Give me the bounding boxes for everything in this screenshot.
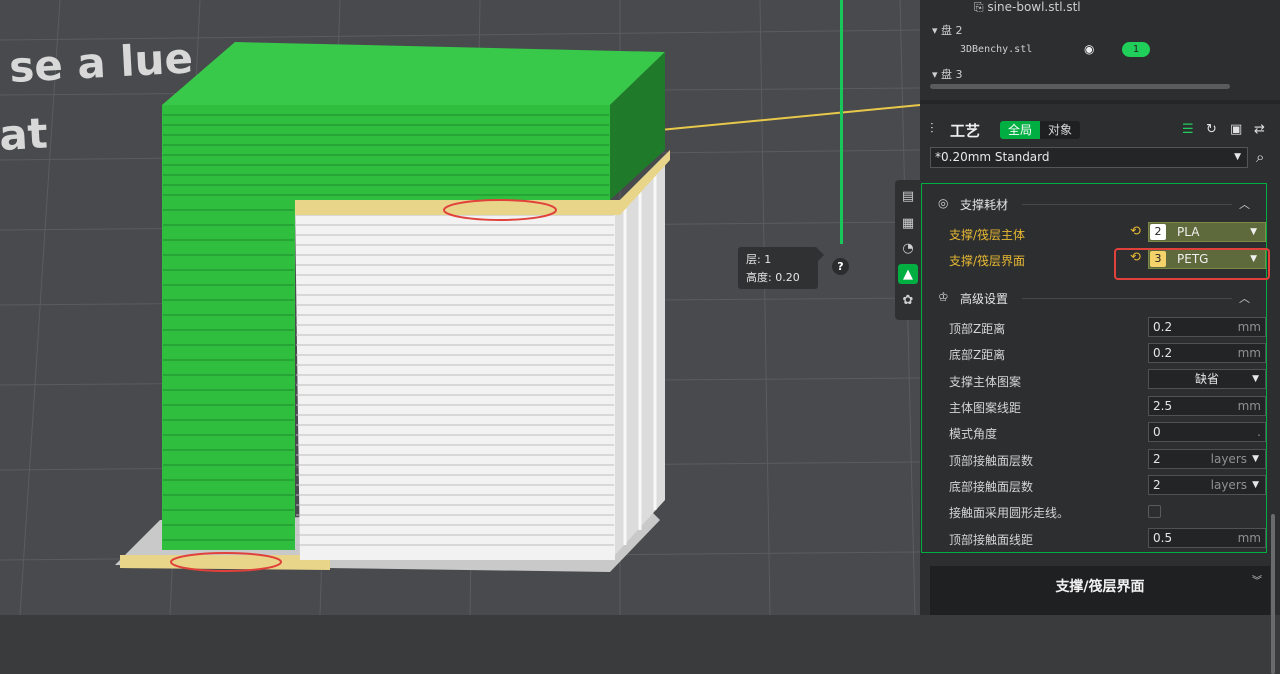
print-preview-canvas: se a lue at [0,0,920,615]
right-panel: ⎘ sine-bowl.stl.stl ▾ 盘 2 3DBenchy.stl ◉… [920,0,1280,674]
file-icon: ⎘ [974,0,988,14]
support-interface-label: 支撑/筏层界面 [949,254,1026,268]
setting-label: 顶部接触面层数 [949,454,1034,468]
setting-label: 主体图案线距 [949,401,1022,415]
scope-switch: 全局 对象 [1000,121,1081,139]
setting-label: 顶部Z距离 [949,322,1006,336]
help-card-title: 支撑/筏层界面 [1055,579,1145,595]
object-list: ⎘ sine-bowl.stl.stl ▾ 盘 2 3DBenchy.stl ◉… [920,0,1280,95]
list-view-icon[interactable]: ☰ [1182,122,1194,137]
pattern-angle-input[interactable]: 0 . [1148,422,1266,442]
chevron-down-icon: ▼ [1252,374,1259,384]
process-header: ⫶ 工艺 全局 对象 ☰ ↻ ▣ ⇄ [920,118,1280,144]
bed-text-line2: at [0,109,49,160]
share-icon[interactable]: ⇄ [1254,122,1265,137]
object-badge[interactable]: 1 [1122,42,1150,57]
collapse-icon[interactable]: ︿ [1239,196,1250,212]
setting-label: 接触面采用圆形走线。 [949,506,1070,520]
pattern-icon[interactable]: ✿ [898,290,918,310]
support-body-label: 支撑/筏层主体 [949,228,1026,242]
chevron-down-icon: ▼ [1250,227,1257,237]
tab-global[interactable]: 全局 [1000,121,1041,139]
list-item[interactable]: 3DBenchy.stl [960,44,1032,55]
chevron-down-icon: ▼ [1234,152,1241,162]
divider [920,100,1280,104]
layer-slider-line[interactable] [840,0,843,244]
pattern-spacing-input[interactable]: 2.5 mm [1148,396,1266,416]
setting-label: 底部Z距离 [949,348,1006,362]
section-title-advanced: 高级设置 [960,292,1009,306]
bottom-z-distance-input[interactable]: 0.2 mm [1148,343,1266,363]
search-icon[interactable]: ⌕ [1256,148,1264,166]
layer-height: 高度: 0.20 [746,271,800,284]
chevron-down-icon: ▾ [932,24,942,37]
chevron-down-icon: ▾ [932,68,942,81]
support-icon[interactable]: ▲ [898,264,918,284]
divider [1022,298,1232,299]
section-title-support-filament: 支撑耗材 [960,198,1009,212]
sliders-icon: ⫶ [930,121,934,137]
setting-label: 顶部接触面线距 [949,533,1034,547]
support-body [295,205,615,560]
filament-spool-icon: ◎ [938,196,949,210]
grid-icon[interactable]: ▦ [898,213,918,233]
highlight-box [1114,248,1270,280]
3d-viewport[interactable]: se a lue at 层: 1 高度: 0.20 ? ▤ ▦ ◔ ▲ ✿ [0,0,920,615]
help-icon[interactable]: ? [832,258,849,275]
support-body-filament-select[interactable]: 2 PLA ▼ [1148,222,1266,242]
help-card: 支撑/筏层界面 ︾ [930,566,1270,615]
support-pattern-select[interactable]: 缺省 ▼ [1148,369,1266,389]
speed-icon[interactable]: ◔ [898,238,918,258]
bottom-interface-layers-input[interactable]: 2 layers ▼ [1148,475,1266,495]
eye-icon[interactable]: ◉ [1084,42,1094,56]
undo-icon[interactable]: ⟲ [1130,224,1141,239]
model-top [162,42,665,105]
list-item[interactable]: ⎘ sine-bowl.stl.stl [974,0,1081,15]
divider [1022,204,1232,205]
reset-icon[interactable]: ↻ [1206,122,1217,137]
process-title: 工艺 [950,122,981,140]
expand-icon[interactable]: ︾ [1252,572,1262,587]
layer-number: 层: 1 [746,253,772,266]
setting-label: 底部接触面层数 [949,480,1034,494]
setting-label: 模式角度 [949,427,998,441]
top-interface-layers-input[interactable]: 2 layers ▼ [1148,449,1266,469]
process-preset-select[interactable]: *0.20mm Standard ▼ [930,147,1248,168]
plate-3-row[interactable]: ▾ 盘 3 [932,66,963,82]
layer-tooltip: 层: 1 高度: 0.20 [738,247,824,289]
chevron-down-icon: ▼ [1252,480,1259,490]
settings-scrollbar[interactable] [1271,514,1275,674]
tab-object[interactable]: 对象 [1040,121,1080,139]
top-z-distance-input[interactable]: 0.2 mm [1148,317,1266,337]
filament-number: 2 [1150,224,1166,240]
round-interface-checkbox[interactable] [1148,505,1161,518]
setting-label: 支撑主体图案 [949,375,1022,389]
bed-text-line1: se a lue [8,33,194,92]
chevron-down-icon: ▼ [1252,454,1259,464]
plate-2-row[interactable]: ▾ 盘 2 [932,22,963,38]
collapse-icon[interactable]: ︿ [1239,290,1250,306]
layers-icon[interactable]: ▤ [898,186,918,206]
top-interface-spacing-input[interactable]: 0.5 mm [1148,528,1266,548]
list-scrollbar[interactable] [930,84,1230,89]
settings-panel: ◎ 支撑耗材 ︿ 支撑/筏层主体 ⟲ 2 PLA ▼ 支撑/筏层界面 ⟲ 3 P… [921,183,1275,674]
save-icon[interactable]: ▣ [1230,122,1242,137]
preview-side-toolbar: ▤ ▦ ◔ ▲ ✿ [895,180,920,320]
advanced-settings-icon: ♔ [938,290,949,304]
